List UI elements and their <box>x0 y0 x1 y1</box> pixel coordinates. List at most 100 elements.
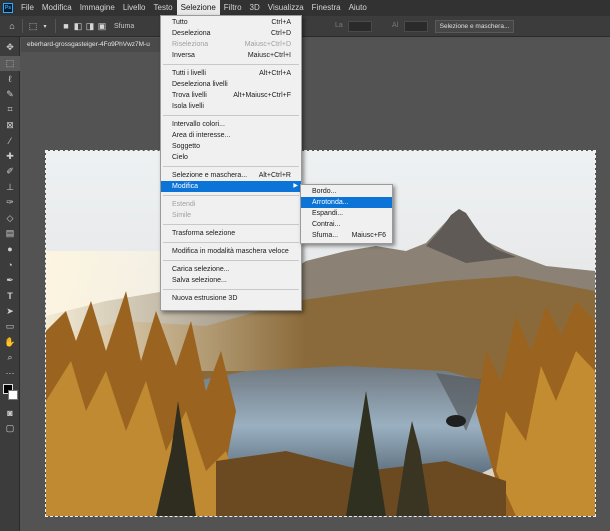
quick-mask-icon[interactable]: ◙ <box>0 405 20 421</box>
selection-menu-item[interactable]: Area di interesse... <box>161 130 301 141</box>
menu-item-shortcut: Maiusc+Ctrl+D <box>244 41 291 48</box>
menu-3d[interactable]: 3D <box>246 0 264 16</box>
selection-menu-item[interactable]: Inversa Maiusc+Ctrl+I <box>161 50 301 61</box>
menu-separator <box>163 242 299 243</box>
menu-item-label: Modifica <box>172 183 199 190</box>
crop-icon[interactable]: ⌗ <box>0 102 20 118</box>
document-tab[interactable]: eberhard-grossgasteiger-4Fo9PhVwz7M-u <box>21 38 161 52</box>
menu-item-label: Simile <box>172 212 192 219</box>
intersect-selection-icon[interactable]: ▣ <box>96 20 108 32</box>
menu-item-label: Modifica in modalità maschera veloce <box>172 248 289 255</box>
dodge-icon[interactable]: ◔ <box>0 257 20 273</box>
modify-submenu-item[interactable]: Espandi... <box>301 208 392 219</box>
shape-icon[interactable]: ▭ <box>0 319 20 335</box>
selection-menu-item[interactable]: Intervallo colori... <box>161 119 301 130</box>
menu-item-label: Area di interesse... <box>172 132 231 139</box>
menu-finestra[interactable]: Finestra <box>308 0 345 16</box>
brush-icon[interactable]: ✐ <box>0 164 20 180</box>
selection-menu-item[interactable]: Modifica in modalità maschera veloce <box>161 246 301 257</box>
menu-separator <box>163 289 299 290</box>
add-selection-icon[interactable]: ◧ <box>72 20 84 32</box>
healing-icon[interactable]: ✚ <box>0 149 20 165</box>
menu-item-shortcut: Alt+Ctrl+A <box>259 70 291 77</box>
type-icon[interactable]: T <box>0 288 20 304</box>
more-icon[interactable]: ⋯ <box>0 366 20 382</box>
menu-item-label: Carica selezione... <box>172 266 230 273</box>
menu-immagine[interactable]: Immagine <box>76 0 119 16</box>
menu-item-label: Tutti i livelli <box>172 70 206 77</box>
menu-separator <box>163 224 299 225</box>
selection-menu-item[interactable]: Trasforma selezione <box>161 228 301 239</box>
selection-menu-item[interactable]: Modifica ▶ <box>161 181 301 192</box>
clone-stamp-icon[interactable]: ⊥ <box>0 180 20 196</box>
home-icon[interactable]: ⌂ <box>6 20 18 32</box>
selection-menu-item[interactable]: Trova livelli Alt+Maiusc+Ctrl+F <box>161 90 301 101</box>
menu-item-shortcut: Maiusc+F6 <box>351 232 386 239</box>
zoom-icon[interactable]: ⌕ <box>0 350 20 366</box>
quick-select-icon[interactable]: ✎ <box>0 87 20 103</box>
menu-item-label: Deseleziona livelli <box>172 81 228 88</box>
path-select-icon[interactable]: ➤ <box>0 304 20 320</box>
frame-icon[interactable]: ⊠ <box>0 118 20 134</box>
selection-menu-item[interactable]: Estendi <box>161 199 301 210</box>
eraser-icon[interactable]: ◇ <box>0 211 20 227</box>
marquee-preset-icon[interactable]: ⬚ <box>27 20 39 32</box>
selection-menu-item[interactable]: Carica selezione... <box>161 264 301 275</box>
menu-separator <box>163 195 299 196</box>
color-swatch-icon[interactable] <box>0 381 20 405</box>
selection-menu-item[interactable]: Cielo <box>161 152 301 163</box>
menu-filtro[interactable]: Filtro <box>220 0 246 16</box>
photoshop-window: Ps File Modifica Immagine Livello Testo … <box>0 0 610 531</box>
selection-menu-item[interactable]: Soggetto <box>161 141 301 152</box>
lasso-icon[interactable]: ℓ <box>0 71 20 87</box>
menu-livello[interactable]: Livello <box>119 0 150 16</box>
menu-item-label: Espandi... <box>312 210 344 217</box>
menu-item-shortcut: Maiusc+Ctrl+I <box>247 52 291 59</box>
menu-visualizza[interactable]: Visualizza <box>264 0 308 16</box>
menu-testo[interactable]: Testo <box>150 0 177 16</box>
width-field[interactable] <box>348 21 372 32</box>
width-label: La <box>335 22 343 29</box>
new-selection-icon[interactable]: ■ <box>60 20 72 32</box>
selection-menu-item[interactable]: Deseleziona Ctrl+D <box>161 28 301 39</box>
selection-menu-item[interactable]: Isola livelli <box>161 101 301 112</box>
background-color-swatch[interactable] <box>8 390 18 400</box>
selection-menu-item[interactable]: Riseleziona Maiusc+Ctrl+D <box>161 39 301 50</box>
menu-item-shortcut: Alt+Ctrl+R <box>258 172 291 179</box>
marquee-icon[interactable]: ⬚ <box>0 55 20 71</box>
height-field[interactable] <box>404 21 428 32</box>
menu-modifica[interactable]: Modifica <box>38 0 76 16</box>
menu-item-label: Selezione e maschera... <box>172 172 248 179</box>
selection-menu-item[interactable]: Deseleziona livelli <box>161 79 301 90</box>
tools-panel: ✥ ⬚ ℓ ✎ ⌗ ⊠ ⁄ ✚ ✐ ⊥ ✑ ◇ ▤ ● ◔ ✒ T ➤ ▭ ✋ … <box>0 37 20 531</box>
modify-submenu-item[interactable]: Arrotonda... <box>301 197 392 208</box>
hand-icon[interactable]: ✋ <box>0 335 20 351</box>
options-bar: ⌂ ⬚ ▾ ■ ◧ ◨ ▣ Sfuma La Al Selezione e ma… <box>0 16 610 37</box>
select-and-mask-button[interactable]: Selezione e maschera... <box>435 20 514 33</box>
selection-menu-item[interactable]: Salva selezione... <box>161 275 301 286</box>
screen-mode-icon[interactable]: ▢ <box>0 421 20 437</box>
menu-selezione[interactable]: Selezione <box>176 0 220 16</box>
menu-item-label: Intervallo colori... <box>172 121 225 128</box>
modify-submenu-item[interactable]: Contrai... <box>301 219 392 230</box>
pen-icon[interactable]: ✒ <box>0 273 20 289</box>
menu-item-label: Arrotonda... <box>312 199 349 206</box>
menu-file[interactable]: File <box>17 0 38 16</box>
history-brush-icon[interactable]: ✑ <box>0 195 20 211</box>
chevron-down-icon[interactable]: ▾ <box>39 20 51 32</box>
selection-menu-item[interactable]: Simile <box>161 210 301 221</box>
selection-menu-item[interactable]: Tutti i livelli Alt+Ctrl+A <box>161 68 301 79</box>
gradient-icon[interactable]: ▤ <box>0 226 20 242</box>
eyedropper-icon[interactable]: ⁄ <box>0 133 20 149</box>
subtract-selection-icon[interactable]: ◨ <box>84 20 96 32</box>
move-icon[interactable]: ✥ <box>0 40 20 56</box>
blur-icon[interactable]: ● <box>0 242 20 258</box>
modify-submenu-item[interactable]: Sfuma... Maiusc+F6 <box>301 230 392 241</box>
selection-menu-item[interactable]: Nuova estrusione 3D <box>161 293 301 304</box>
menu-item-label: Nuova estrusione 3D <box>172 295 238 302</box>
modify-submenu-item[interactable]: Bordo... <box>301 186 392 197</box>
selection-menu-item[interactable]: Selezione e maschera... Alt+Ctrl+R <box>161 170 301 181</box>
menu-aiuto[interactable]: Aiuto <box>345 0 371 16</box>
selection-menu-item[interactable]: Tutto Ctrl+A <box>161 17 301 28</box>
menu-bar: Ps File Modifica Immagine Livello Testo … <box>0 0 610 16</box>
